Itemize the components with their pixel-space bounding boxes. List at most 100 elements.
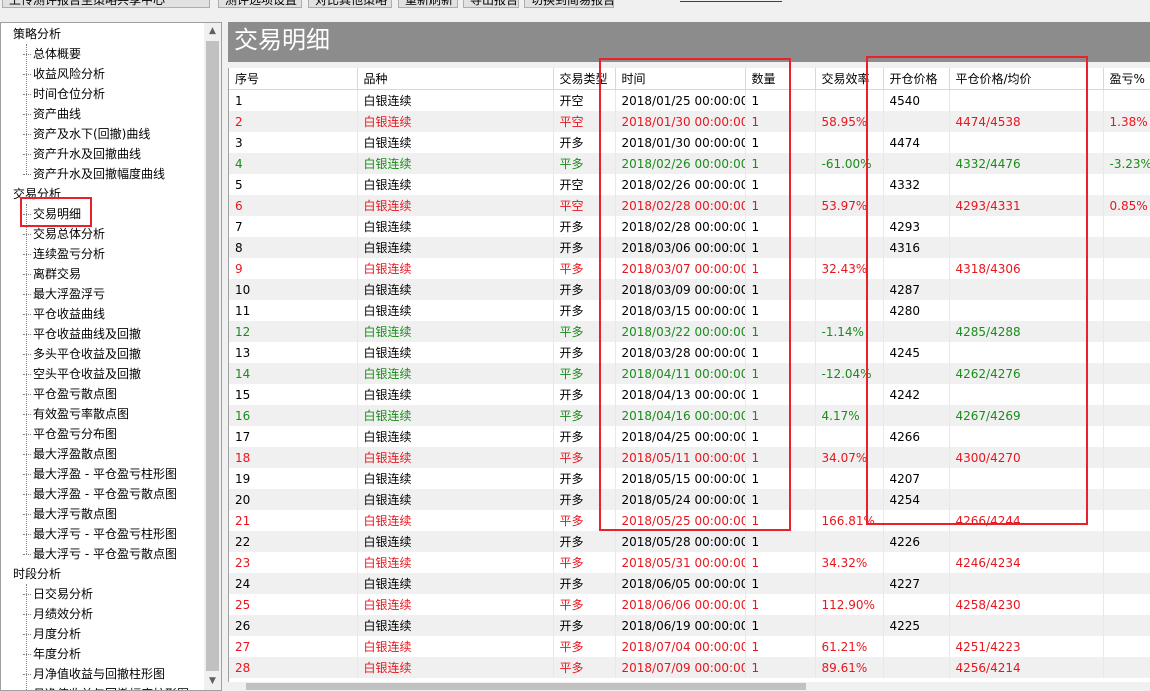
tree-item[interactable]: 交易总体分析 — [23, 224, 105, 244]
table-row[interactable]: 15 白银连续 开多 2018/04/13 00:00:00 1 4242 — [229, 384, 1150, 405]
tree-item[interactable]: 年度分析 — [23, 644, 81, 664]
table-row[interactable]: 19 白银连续 开多 2018/05/15 00:00:00 1 4207 — [229, 468, 1150, 489]
column-header[interactable]: 交易效率 — [815, 68, 884, 90]
switch-simple-report-button[interactable]: 切换到简易报告 — [524, 0, 614, 8]
table-row[interactable]: 25 白银连续 平多 2018/06/06 00:00:00 1 112.90% 4258/… — [229, 594, 1150, 615]
tree-item[interactable]: 连续盈亏分析 — [23, 244, 105, 264]
table-row[interactable]: 16 白银连续 平多 2018/04/16 00:00:00 1 4.17% 4267/42… — [229, 405, 1150, 426]
tree-item[interactable]: 总体概要 — [23, 44, 81, 64]
table-cell: 白银连续 — [357, 552, 554, 573]
table-cell: 4474/4538 — [949, 111, 1104, 132]
tree-connector — [23, 453, 31, 456]
tree-item[interactable]: 时间仓位分析 — [23, 84, 105, 104]
tree-item[interactable]: 月度分析 — [23, 624, 81, 644]
tree-item[interactable]: 最大浮盈 - 平仓盈亏散点图 — [23, 484, 177, 504]
tree-item[interactable]: 月绩效分析 — [23, 604, 93, 624]
export-report-button[interactable]: 导出报告 — [463, 0, 519, 8]
tree-item[interactable]: 月净值收益与回撤柱形图 — [23, 664, 165, 684]
table-row[interactable]: 8 白银连续 开多 2018/03/06 00:00:00 1 4316 — [229, 237, 1150, 258]
column-header[interactable]: 平仓价格/均价 — [949, 68, 1104, 90]
scroll-down-icon[interactable]: ▼ — [204, 673, 221, 690]
column-header[interactable]: 数量 — [745, 68, 816, 90]
tree-item[interactable]: 最大浮亏散点图 — [23, 504, 117, 524]
tree-scrollbar[interactable]: ▲ ▼ — [204, 23, 221, 690]
tree-item[interactable]: 资产升水及回撤幅度曲线 — [23, 164, 165, 184]
tree-item[interactable]: 日交易分析 — [23, 584, 93, 604]
column-header[interactable]: 品种 — [357, 68, 554, 90]
tree-item[interactable]: 资产升水及回撤曲线 — [23, 144, 141, 164]
table-hscrollbar[interactable] — [228, 682, 1150, 691]
tree-scroll-thumb[interactable] — [206, 41, 219, 671]
tree-item[interactable]: 多头平仓收益及回撤 — [23, 344, 141, 364]
table-row[interactable]: 12 白银连续 平多 2018/03/22 00:00:00 1 -1.14% 4285/4… — [229, 321, 1150, 342]
table-cell: 1 — [745, 615, 816, 636]
tree-item[interactable]: 资产及水下(回撤)曲线 — [23, 124, 150, 144]
tree-item[interactable]: 交易明细 — [23, 204, 81, 224]
table-row[interactable]: 21 白银连续 平多 2018/05/25 00:00:00 1 166.81% 4266/… — [229, 510, 1150, 531]
table-row[interactable]: 22 白银连续 开多 2018/05/28 00:00:00 1 4226 — [229, 531, 1150, 552]
column-header[interactable]: 序号 — [229, 68, 358, 90]
upload-report-button[interactable]: 上传测评报告至策略共享中心 — [2, 0, 210, 8]
tree-item[interactable]: 平仓盈亏散点图 — [23, 384, 117, 404]
table-row[interactable]: 7 白银连续 开多 2018/02/28 00:00:00 1 4293 — [229, 216, 1150, 237]
table-row[interactable]: 28 白银连续 平多 2018/07/09 00:00:00 1 89.61% 4256/4… — [229, 657, 1150, 678]
table-row[interactable]: 27 白银连续 平多 2018/07/04 00:00:00 1 61.21% 4251/4… — [229, 636, 1150, 657]
table-row[interactable]: 17 白银连续 开多 2018/04/25 00:00:00 1 4266 — [229, 426, 1150, 447]
test-options-button[interactable]: 测评选项设置 — [218, 0, 302, 8]
tree-item[interactable]: 最大浮盈 - 平仓盈亏柱形图 — [23, 464, 177, 484]
table-row[interactable]: 11 白银连续 开多 2018/03/15 00:00:00 1 4280 — [229, 300, 1150, 321]
tree-item[interactable]: 资产曲线 — [23, 104, 81, 124]
column-header[interactable]: 盈亏% — [1103, 68, 1150, 90]
table-row[interactable]: 6 白银连续 平空 2018/02/28 00:00:00 1 53.97% 4293/43… — [229, 195, 1150, 216]
scroll-up-icon[interactable]: ▲ — [204, 23, 221, 40]
tree-item[interactable]: 平仓收益曲线 — [23, 304, 105, 324]
tree-item[interactable]: 最大浮亏 - 平仓盈亏散点图 — [23, 544, 177, 564]
table-cell: 4318/4306 — [949, 258, 1104, 279]
tree-group-2[interactable]: 时段分析 — [13, 564, 61, 584]
refresh-button[interactable]: 重新刷新 — [398, 0, 458, 8]
tree-item-label: 月绩效分析 — [33, 607, 94, 621]
table-row[interactable]: 23 白银连续 平多 2018/05/31 00:00:00 1 34.32% 4246/4… — [229, 552, 1150, 573]
table-cell — [883, 594, 950, 615]
table-cell: 1 — [745, 279, 816, 300]
tree-item[interactable]: 最大浮盈浮亏 — [23, 284, 105, 304]
table-cell — [1103, 132, 1150, 153]
table-row[interactable]: 4 白银连续 平多 2018/02/26 00:00:00 1 -61.00% 4332/4… — [229, 153, 1150, 174]
tree-item[interactable]: 平仓收益曲线及回撤 — [23, 324, 141, 344]
table-cell — [815, 531, 884, 552]
tree-item[interactable]: 最大浮盈散点图 — [23, 444, 117, 464]
table-cell — [815, 89, 884, 111]
table-cell: 白银连续 — [357, 237, 554, 258]
hscroll-thumb[interactable] — [246, 683, 806, 690]
table-cell: 开多 — [553, 489, 616, 510]
tree-item[interactable]: 离群交易 — [23, 264, 81, 284]
tree-group-0[interactable]: 策略分析 — [13, 24, 61, 44]
table-row[interactable]: 20 白银连续 开多 2018/05/24 00:00:00 1 4254 — [229, 489, 1150, 510]
table-row[interactable]: 10 白银连续 开多 2018/03/09 00:00:00 1 4287 — [229, 279, 1150, 300]
column-header[interactable]: 开仓价格 — [883, 68, 950, 90]
tree-group-1[interactable]: 交易分析 — [13, 184, 61, 204]
table-row[interactable]: 3 白银连续 开多 2018/01/30 00:00:00 1 4474 — [229, 132, 1150, 153]
table-row[interactable]: 9 白银连续 平多 2018/03/07 00:00:00 1 32.43% 4318/43… — [229, 258, 1150, 279]
column-header[interactable]: 交易类型 — [553, 68, 616, 90]
tree-item[interactable]: 月净值收益与回撤幅度柱形图 — [23, 684, 189, 690]
table-row[interactable]: 24 白银连续 开多 2018/06/05 00:00:00 1 4227 — [229, 573, 1150, 594]
table-row[interactable]: 18 白银连续 平多 2018/05/11 00:00:00 1 34.07% 4300/4… — [229, 447, 1150, 468]
tree-item[interactable]: 最大浮亏 - 平仓盈亏柱形图 — [23, 524, 177, 544]
compare-strategy-button[interactable]: 对比其他策略 — [308, 0, 392, 8]
table-row[interactable]: 1 白银连续 开空 2018/01/25 00:00:00 1 4540 — [229, 89, 1150, 111]
table-cell: 4332 — [883, 174, 950, 195]
tree-item[interactable]: 收益风险分析 — [23, 64, 105, 84]
table-row[interactable]: 14 白银连续 平多 2018/04/11 00:00:00 1 -12.04% 4262/… — [229, 363, 1150, 384]
table-cell: 26 — [229, 615, 358, 636]
tree-item[interactable]: 有效盈亏率散点图 — [23, 404, 129, 424]
table-row[interactable]: 13 白银连续 开多 2018/03/28 00:00:00 1 4245 — [229, 342, 1150, 363]
table-cell: 1 — [745, 489, 816, 510]
column-header[interactable]: 时间 — [615, 68, 746, 90]
tree-item[interactable]: 空头平仓收益及回撤 — [23, 364, 141, 384]
tree-item[interactable]: 平仓盈亏分布图 — [23, 424, 117, 444]
table-row[interactable]: 5 白银连续 开空 2018/02/26 00:00:00 1 4332 — [229, 174, 1150, 195]
table-row[interactable]: 26 白银连续 开多 2018/06/19 00:00:00 1 4225 — [229, 615, 1150, 636]
table-row[interactable]: 2 白银连续 平空 2018/01/30 00:00:00 1 58.95% 4474/45… — [229, 111, 1150, 132]
toolbar-link[interactable] — [680, 0, 782, 2]
